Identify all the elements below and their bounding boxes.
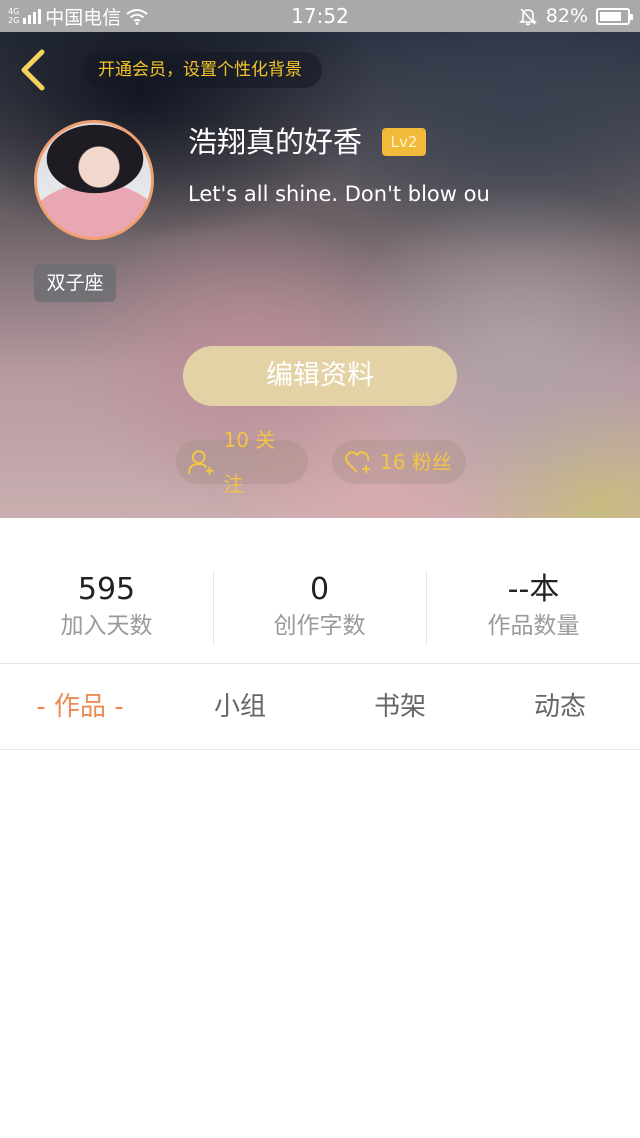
fans-button[interactable]: 16 粉丝 xyxy=(332,440,466,484)
chevron-left-icon xyxy=(21,49,45,91)
stat-label: 作品数量 xyxy=(487,613,580,639)
silent-bell-icon xyxy=(518,8,537,26)
back-button[interactable] xyxy=(16,48,52,92)
status-right: 82% xyxy=(518,4,633,28)
battery-percent: 82% xyxy=(545,5,588,27)
username: 浩翔真的好香 xyxy=(188,125,363,159)
stat-works-count: --本 作品数量 xyxy=(427,570,640,642)
add-user-icon xyxy=(188,450,214,475)
stat-join-days: 595 加入天数 xyxy=(0,570,213,642)
fans-label: 16 粉丝 xyxy=(380,450,452,474)
status-bar: 4G 2G 中国电信 17:52 82% xyxy=(0,0,640,32)
edit-profile-button[interactable]: 编辑资料 xyxy=(183,346,457,406)
tab-activity[interactable]: 动态 xyxy=(480,664,640,750)
battery-fill xyxy=(600,11,622,21)
heart-add-icon xyxy=(345,451,370,473)
stat-value: 0 xyxy=(309,572,330,607)
stat-value: --本 xyxy=(507,572,560,607)
tab-content-area xyxy=(0,751,640,1138)
following-label: 10 关注 xyxy=(223,428,276,496)
tab-bookshelf[interactable]: 书架 xyxy=(320,664,480,750)
avatar[interactable] xyxy=(34,120,154,240)
stat-label: 创作字数 xyxy=(273,613,366,639)
tab-works[interactable]: - 作品 - xyxy=(0,664,160,750)
stat-label: 加入天数 xyxy=(60,613,153,639)
level-badge: Lv2 xyxy=(382,128,426,156)
following-button[interactable]: 10 关注 xyxy=(176,428,308,496)
tab-groups[interactable]: 小组 xyxy=(160,664,320,750)
stats-row: 595 加入天数 0 创作字数 --本 作品数量 xyxy=(0,518,640,664)
vip-banner-link[interactable]: 开通会员，设置个性化背景 xyxy=(84,52,322,88)
stat-word-count: 0 创作字数 xyxy=(213,570,426,642)
battery-icon xyxy=(596,7,633,25)
tab-bar: - 作品 - 小组 书架 动态 xyxy=(0,664,640,750)
zodiac-tag: 双子座 xyxy=(34,264,116,302)
bio-text: Let's all shine. Don't blow ou xyxy=(188,182,488,206)
profile-header: 开通会员，设置个性化背景 浩翔真的好香 Lv2 Let's all shine.… xyxy=(0,32,640,518)
stat-value: 595 xyxy=(77,572,136,607)
